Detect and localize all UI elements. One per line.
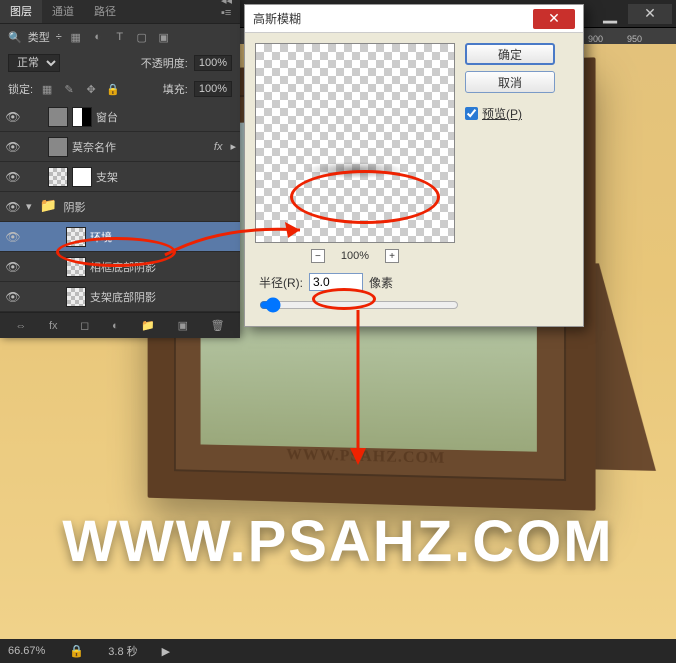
preview-content [286, 159, 424, 181]
filter-smart-icon[interactable]: ▣ [156, 29, 172, 45]
layer-row-folder[interactable]: 👁 ▾ 📁 阴影 [0, 192, 240, 222]
dialog-title-bar[interactable]: 高斯模糊 ✕ [245, 5, 583, 33]
delete-layer-icon[interactable]: 🗑 [211, 319, 225, 332]
layer-row-selected[interactable]: 👁 环境 [0, 222, 240, 252]
visibility-icon[interactable]: 👁 [4, 260, 22, 274]
dropdown-icon[interactable]: ÷ [56, 31, 62, 43]
dialog-close-button[interactable]: ✕ [533, 9, 575, 29]
frame-watermark: WWW.PSAHZ.COM [286, 446, 445, 468]
visibility-icon[interactable]: 👁 [4, 290, 22, 304]
layer-list: 👁 窗台 👁 莫奈名作 fx▸ 👁 支架 👁 ▾ 📁 阴影 👁 [0, 102, 240, 312]
status-bar: 66.67% 🔒 3.8 秒 ▶ [0, 639, 676, 663]
filter-pixel-icon[interactable]: ▦ [68, 29, 84, 45]
layer-row[interactable]: 👁 支架 [0, 162, 240, 192]
filter-type-icon[interactable]: T [112, 29, 128, 45]
panel-menu-icon[interactable]: ◂◂▪≡ [213, 0, 240, 23]
chevron-right-icon[interactable]: ▶ [162, 645, 170, 658]
visibility-icon[interactable]: 👁 [4, 170, 22, 184]
fx-badge[interactable]: fx [214, 141, 223, 153]
new-layer-icon[interactable]: ▣ [178, 319, 188, 332]
preview-checkbox-label[interactable]: 预览(P) [465, 105, 555, 122]
folder-icon: 📁 [40, 197, 60, 217]
radius-unit: 像素 [369, 274, 393, 291]
filter-shape-icon[interactable]: ▢ [134, 29, 150, 45]
filter-icon[interactable]: 🔍 [8, 31, 22, 44]
lock-pixels-icon[interactable]: ✎ [61, 81, 77, 97]
fill-label: 填充: [163, 81, 188, 97]
preview-checkbox[interactable] [465, 107, 478, 120]
link-layers-icon[interactable]: ⇔ [15, 320, 26, 332]
visibility-icon[interactable]: 👁 [4, 140, 22, 154]
blend-mode-select[interactable]: 正常 [8, 54, 60, 72]
fill-value[interactable]: 100% [194, 81, 232, 97]
zoom-out-button[interactable]: − [311, 249, 325, 263]
visibility-icon[interactable]: 👁 [4, 230, 22, 244]
layer-row[interactable]: 👁 相框底部阴影 [0, 252, 240, 282]
tab-channels[interactable]: 通道 [42, 0, 84, 23]
opacity-label: 不透明度: [141, 55, 188, 71]
adjustment-layer-icon[interactable]: ◐ [112, 320, 119, 332]
expand-icon[interactable]: ▾ [26, 200, 32, 213]
layer-row[interactable]: 👁 窗台 [0, 102, 240, 132]
lock-position-icon[interactable]: ✥ [83, 81, 99, 97]
layer-mask-icon[interactable]: ◻ [80, 319, 89, 332]
radius-input[interactable] [309, 273, 363, 291]
layer-row[interactable]: 👁 支架底部阴影 [0, 282, 240, 312]
radius-label: 半径(R): [259, 274, 303, 291]
lock-transparent-icon[interactable]: ▦ [39, 81, 55, 97]
filter-adjust-icon[interactable]: ◐ [90, 29, 106, 45]
gaussian-blur-dialog: 高斯模糊 ✕ − 100% + 确定 取消 预览(P) 半径(R): 像素 [244, 4, 584, 327]
tab-paths[interactable]: 路径 [84, 0, 126, 23]
close-app-button[interactable]: ✕ [628, 4, 672, 24]
cancel-button[interactable]: 取消 [465, 71, 555, 93]
visibility-icon[interactable]: 👁 [4, 200, 22, 214]
layers-panel-footer: ⇔ fx ◻ ◐ 📁 ▣ 🗑 [0, 312, 240, 338]
zoom-in-button[interactable]: + [385, 249, 399, 263]
layer-row[interactable]: 👁 莫奈名作 fx▸ [0, 132, 240, 162]
opacity-value[interactable]: 100% [194, 55, 232, 71]
tab-layers[interactable]: 图层 [0, 0, 42, 23]
radius-slider[interactable] [259, 297, 459, 313]
lock-all-icon[interactable]: 🔒 [105, 81, 121, 97]
new-group-icon[interactable]: 📁 [141, 319, 155, 332]
filter-type-label: 类型 [28, 29, 50, 45]
dialog-title: 高斯模糊 [253, 10, 533, 27]
layers-panel: 图层 通道 路径 ◂◂▪≡ 🔍 类型 ÷ ▦ ◐ T ▢ ▣ 正常 不透明度: … [0, 0, 240, 338]
lock-label: 锁定: [8, 81, 33, 97]
page-watermark: WWW.PSAHZ.COM [62, 508, 613, 575]
preview-area[interactable] [255, 43, 455, 243]
status-zoom: 66.67% [8, 645, 45, 657]
visibility-icon[interactable]: 👁 [4, 110, 22, 124]
layer-fx-icon[interactable]: fx [49, 320, 58, 332]
ruler-horizontal: 900950 [576, 28, 676, 44]
zoom-value: 100% [341, 250, 369, 262]
minimize-button[interactable]: ▁ [596, 4, 624, 24]
lock-icon: 🔒 [69, 644, 84, 658]
status-time: 3.8 秒 [108, 643, 137, 659]
ok-button[interactable]: 确定 [465, 43, 555, 65]
